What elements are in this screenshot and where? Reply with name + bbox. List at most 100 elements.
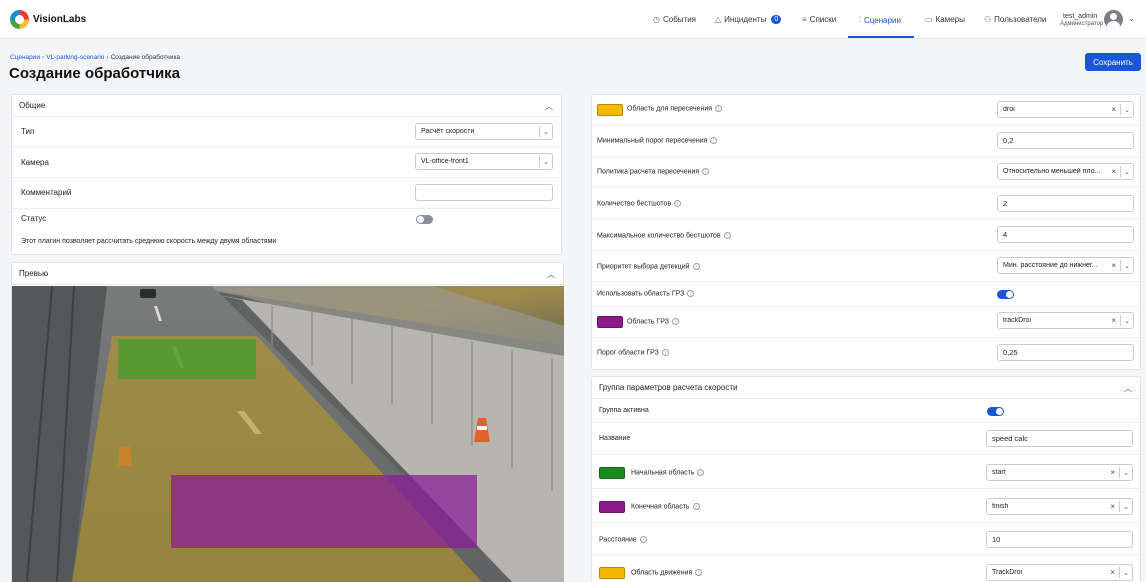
preview-card-header[interactable]: Превью ︿ (12, 263, 563, 285)
info-icon[interactable]: i (710, 137, 718, 144)
chevron-up-icon[interactable]: ︿ (545, 101, 553, 112)
chevron-down-icon[interactable]: ⌄ (1120, 260, 1133, 271)
divider (592, 337, 1140, 338)
page-title: Создание обработчика (9, 65, 181, 82)
nav-lists-label: Списки (809, 15, 837, 24)
user-role[interactable]: Администратор (1060, 21, 1103, 27)
nav-events[interactable]: ◷ События (653, 15, 696, 24)
chevron-down-icon[interactable]: ⌄ (1120, 166, 1133, 177)
clear-icon[interactable]: × (1110, 568, 1115, 577)
nav-events-label: События (662, 15, 697, 24)
top-navigation-bar: VisionLabs ◷ События △ Инциденты 0 ≡ Спи… (0, 0, 1146, 39)
max-bestshots-input[interactable] (997, 226, 1134, 243)
info-icon[interactable]: i (695, 569, 703, 576)
info-icon[interactable]: i (692, 503, 700, 510)
info-icon[interactable]: i (661, 349, 669, 356)
breadcrumb-current: Создание обработчика (110, 54, 181, 61)
motion-area-select[interactable]: TrackDroi × ⌄ (986, 564, 1133, 581)
status-toggle[interactable] (416, 215, 433, 224)
clear-icon[interactable]: × (1111, 167, 1116, 176)
chevron-up-icon[interactable]: ︿ (547, 269, 555, 280)
min-threshold-input[interactable] (997, 132, 1134, 149)
bestshots-label: Количество бестшотов i (597, 200, 682, 207)
camera-preview-image[interactable] (12, 286, 564, 582)
grz-area-select[interactable]: trackDroi × ⌄ (997, 312, 1134, 329)
info-icon[interactable]: i (697, 469, 705, 476)
brand-name[interactable]: VisionLabs (33, 14, 86, 25)
nav-incidents-label: Инциденты (724, 15, 767, 24)
chevron-down-icon[interactable]: ⌄ (1128, 14, 1135, 23)
nav-scenarios-label: Сценарии (864, 15, 901, 25)
chevron-down-icon[interactable]: ⌄ (539, 126, 552, 137)
clear-icon[interactable]: × (1111, 316, 1116, 325)
save-button[interactable]: Сохранить (1085, 53, 1141, 71)
info-icon[interactable]: i (692, 263, 700, 270)
group-name-input[interactable] (986, 430, 1133, 447)
speed-group-header[interactable]: Группа параметров расчета скорости ︿ (592, 377, 1140, 399)
priority-select[interactable]: Мин. расстояние до нижнег... × ⌄ (997, 257, 1134, 274)
nav-scenarios[interactable]: ⫶ Сценарии (859, 15, 901, 25)
divider (592, 219, 1140, 220)
general-card-title: Общие (19, 101, 46, 110)
visionlabs-logo-icon[interactable] (10, 10, 29, 29)
info-icon[interactable]: i (702, 168, 710, 175)
nav-cameras[interactable]: ▭ Камеры (925, 15, 965, 24)
breadcrumb-scenarios[interactable]: Сценарии (10, 54, 40, 61)
nav-lists[interactable]: ≡ Списки (802, 15, 836, 24)
camera-label: Камера (21, 158, 49, 167)
info-icon[interactable]: i (639, 536, 647, 543)
breadcrumb-scenario[interactable]: VL-parking-scenario (46, 54, 104, 61)
warning-triangle-icon: △ (715, 15, 722, 24)
chevron-down-icon[interactable]: ⌄ (1119, 567, 1132, 578)
user-name[interactable]: test_admin (1063, 13, 1097, 20)
nav-users[interactable]: ⚇ Пользователи (984, 15, 1046, 24)
camera-select[interactable]: VL-office-front1 ⌄ (415, 153, 553, 170)
user-avatar[interactable] (1104, 10, 1123, 29)
bestshots-input[interactable] (997, 195, 1134, 212)
clear-icon[interactable]: × (1111, 105, 1116, 114)
divider (592, 454, 1140, 455)
clear-icon[interactable]: × (1110, 502, 1115, 511)
divider (592, 555, 1140, 556)
priority-label: Приоритет выбора детекций i (597, 263, 700, 270)
info-icon[interactable]: i (674, 200, 682, 207)
use-grz-toggle[interactable] (997, 290, 1014, 299)
grz-threshold-input[interactable] (997, 344, 1134, 361)
active-tab-indicator (848, 36, 914, 38)
group-active-toggle[interactable] (987, 407, 1004, 416)
group-name-label: Название (599, 435, 631, 442)
comment-input[interactable] (415, 184, 553, 201)
divider (592, 522, 1140, 523)
divider (12, 147, 561, 148)
start-area-select[interactable]: start × ⌄ (986, 464, 1133, 481)
intersection-area-select[interactable]: droi × ⌄ (997, 101, 1134, 118)
scenarios-icon: ⫶ (859, 15, 861, 24)
divider (592, 306, 1140, 307)
chevron-down-icon[interactable]: ⌄ (539, 156, 552, 167)
speed-group-title: Группа параметров расчета скорости (599, 383, 738, 392)
chevron-down-icon[interactable]: ⌄ (1120, 315, 1133, 326)
chevron-down-icon[interactable]: ⌄ (1120, 104, 1133, 115)
finish-area-overlay (171, 475, 477, 548)
chevron-down-icon[interactable]: ⌄ (1119, 467, 1132, 478)
info-icon[interactable]: i (723, 232, 731, 239)
info-icon[interactable]: i (715, 105, 723, 112)
chevron-down-icon[interactable]: ⌄ (1119, 501, 1132, 512)
distance-input[interactable] (986, 531, 1133, 548)
divider (592, 250, 1140, 251)
comment-label: Комментарий (21, 188, 72, 197)
end-area-label: Конечная область i (631, 503, 700, 510)
end-area-select[interactable]: finish × ⌄ (986, 498, 1133, 515)
type-label: Тип (21, 127, 35, 136)
info-icon[interactable]: i (671, 318, 679, 325)
general-card-header[interactable]: Общие ︿ (12, 95, 561, 117)
policy-select[interactable]: Относительно меньшей пло... × ⌄ (997, 163, 1134, 180)
nav-incidents[interactable]: △ Инциденты 0 (715, 15, 782, 24)
clear-icon[interactable]: × (1111, 261, 1116, 270)
preview-card-title: Превью (19, 269, 49, 278)
chevron-up-icon[interactable]: ︿ (1124, 383, 1132, 394)
intersection-area-value: droi (1003, 106, 1015, 113)
type-select[interactable]: Расчёт скорости ⌄ (415, 123, 553, 140)
clear-icon[interactable]: × (1110, 468, 1115, 477)
info-icon[interactable]: i (687, 290, 695, 297)
